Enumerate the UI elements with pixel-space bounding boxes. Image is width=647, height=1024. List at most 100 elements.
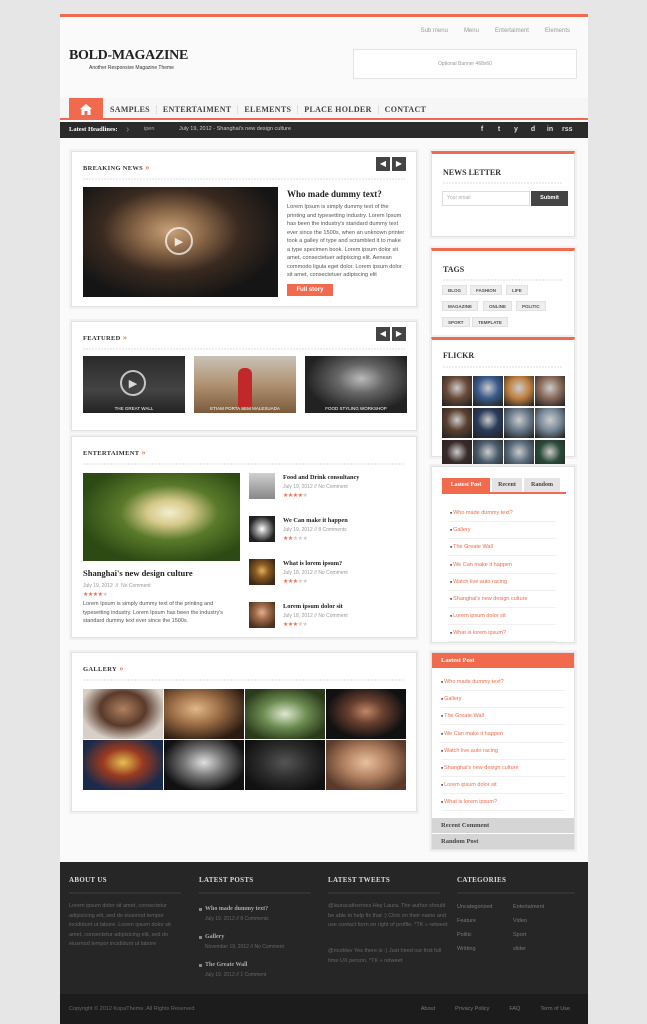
flickr-image[interactable] [473, 376, 503, 406]
tag-online[interactable]: ONLINE [483, 301, 513, 311]
play-icon[interactable]: ▶ [165, 227, 193, 255]
footer-post-title[interactable]: Who made dummy text? [205, 906, 268, 912]
accordion-header-random-post[interactable]: Random Post [432, 834, 574, 849]
gallery-image[interactable] [164, 740, 244, 790]
post-list-item[interactable]: The Greate Wall [450, 544, 560, 550]
prev-arrow-icon[interactable]: ◀ [376, 157, 390, 171]
footer-category-link[interactable]: Video [513, 918, 527, 924]
tag-fashion[interactable]: FASHION [470, 285, 503, 295]
post-list-item[interactable]: We Can make it happen [450, 562, 560, 568]
featured-item[interactable]: ▶ THE GREAT WALL [83, 356, 185, 413]
footer-category-link[interactable]: Sport [513, 932, 526, 938]
post-list-item[interactable]: Shanghai's new design culture [450, 596, 560, 602]
post-list-item[interactable]: Gallery [450, 527, 560, 533]
bottom-link-faq[interactable]: FAQ [509, 1006, 520, 1012]
headline-item[interactable]: July 19, 2012 - Shanghai's new design cu… [179, 126, 291, 132]
gallery-image[interactable] [83, 740, 163, 790]
post-list-item[interactable]: We Can make it happen [441, 731, 561, 737]
headline-item[interactable]: ipen [144, 126, 154, 132]
home-button[interactable] [69, 98, 103, 120]
bottom-link-terms[interactable]: Term of Use [540, 1006, 570, 1012]
list-thumbnail[interactable] [249, 602, 275, 628]
featured-item[interactable]: FOOD STYLING WORKSHOP [305, 356, 407, 413]
list-item-title[interactable]: Food and Drink consultancy [283, 474, 359, 481]
post-comment-count[interactable]: No Comment [318, 570, 347, 576]
post-comment-count[interactable]: 1 Comment [240, 972, 266, 978]
prev-arrow-icon[interactable]: ◀ [376, 327, 390, 341]
list-item-title[interactable]: We Can make it happen [283, 517, 348, 524]
gallery-image[interactable] [326, 740, 406, 790]
submit-button[interactable]: Submit [531, 191, 568, 206]
nav-item-samples[interactable]: SAMPLES [104, 104, 157, 114]
dribbble-icon[interactable]: d [528, 125, 538, 135]
rss-icon[interactable]: rss [562, 125, 573, 135]
tag-magazine[interactable]: MAGAZINE [442, 301, 478, 311]
post-list-item[interactable]: Gallery [441, 696, 561, 702]
youtube-icon[interactable]: y [511, 125, 521, 135]
accordion-header-recent-comment[interactable]: Recent Comment [432, 818, 574, 833]
gallery-image[interactable] [326, 689, 406, 739]
footer-category-link[interactable]: Uncategorized [457, 904, 492, 910]
gallery-image[interactable] [245, 689, 325, 739]
flickr-image[interactable] [535, 376, 565, 406]
list-thumbnail[interactable] [249, 559, 275, 585]
linkedin-icon[interactable]: in [545, 125, 555, 135]
tag-blog[interactable]: BLOG [442, 285, 467, 295]
footer-category-link[interactable]: Feature [457, 918, 476, 924]
breaking-post-title[interactable]: Who made dummy text? [287, 189, 382, 199]
top-menu-item[interactable]: Elements [545, 28, 570, 34]
breaking-news-image[interactable]: ▶ [83, 187, 278, 297]
post-comment-count[interactable]: No Comment [121, 583, 150, 589]
post-list-item[interactable]: Watch live auto racing [441, 748, 561, 754]
gallery-image[interactable] [245, 740, 325, 790]
flickr-image[interactable] [504, 408, 534, 438]
tab-recent[interactable]: Recent [492, 478, 522, 492]
email-input[interactable]: Your email [442, 191, 530, 206]
footer-category-link[interactable]: Politic [457, 932, 472, 938]
post-list-item[interactable]: The Greate Wall [441, 713, 561, 719]
post-comment-count[interactable]: 8 Comments [240, 916, 268, 922]
post-list-item[interactable]: What is lorem ipsum? [441, 799, 561, 805]
bottom-link-about[interactable]: About [421, 1006, 435, 1012]
post-list-item[interactable]: What is lorem ipsum? [450, 630, 560, 636]
list-thumbnail[interactable] [249, 473, 275, 499]
nav-item-contact[interactable]: CONTACT [379, 105, 433, 114]
post-list-item[interactable]: Who made dummy text? [441, 679, 561, 685]
flickr-image[interactable] [442, 408, 472, 438]
tab-random[interactable]: Random [524, 478, 560, 492]
flickr-image[interactable] [442, 376, 472, 406]
list-thumbnail[interactable] [249, 516, 275, 542]
post-comment-count[interactable]: No Comment [318, 613, 347, 619]
list-item-title[interactable]: What is lorem ipsum? [283, 560, 342, 567]
nav-item-entertaiment[interactable]: ENTERTAIMENT [157, 104, 239, 114]
post-list-item[interactable]: Watch live auto racing [450, 579, 560, 585]
gallery-image[interactable] [83, 689, 163, 739]
play-icon[interactable]: ▶ [120, 370, 146, 396]
next-arrow-icon[interactable]: ▶ [392, 327, 406, 341]
footer-category-link[interactable]: Entertaiment [513, 904, 544, 910]
footer-category-link[interactable]: Writting [457, 946, 476, 952]
site-logo[interactable]: BOLD-MAGAZINE [69, 48, 188, 64]
top-menu-item[interactable]: Entertaiment [495, 28, 529, 34]
entertaiment-main-title[interactable]: Shanghai's new design culture [83, 568, 193, 578]
flickr-image[interactable] [535, 408, 565, 438]
bottom-link-privacy[interactable]: Privacy Policy [455, 1006, 489, 1012]
nav-item-place-holder[interactable]: PLACE HOLDER [298, 104, 379, 114]
footer-post-title[interactable]: The Greate Wall [205, 962, 247, 968]
list-item-title[interactable]: Lorem ipsum dolor sit [283, 603, 343, 610]
gallery-image[interactable] [164, 689, 244, 739]
tab-lastest-post[interactable]: Lastest Post [442, 478, 490, 492]
accordion-header-lastest-post[interactable]: Lastest Post [432, 653, 574, 668]
nav-item-elements[interactable]: ELEMENTS [238, 104, 299, 114]
entertaiment-main-image[interactable] [83, 473, 240, 561]
post-comment-count[interactable]: 8 Comments [318, 527, 346, 533]
twitter-icon[interactable]: t [494, 125, 504, 135]
tag-sport[interactable]: SPORT [442, 317, 470, 327]
post-list-item[interactable]: Shanghai's new design culture [441, 765, 561, 771]
footer-category-link[interactable]: slider [513, 946, 526, 952]
footer-post-title[interactable]: Gallery [205, 934, 224, 940]
top-menu-item[interactable]: Menu [464, 28, 479, 34]
tag-politic[interactable]: POLITIC [516, 301, 546, 311]
post-list-item[interactable]: Lorem ipsum dolor sit [450, 613, 560, 619]
flickr-image[interactable] [504, 376, 534, 406]
